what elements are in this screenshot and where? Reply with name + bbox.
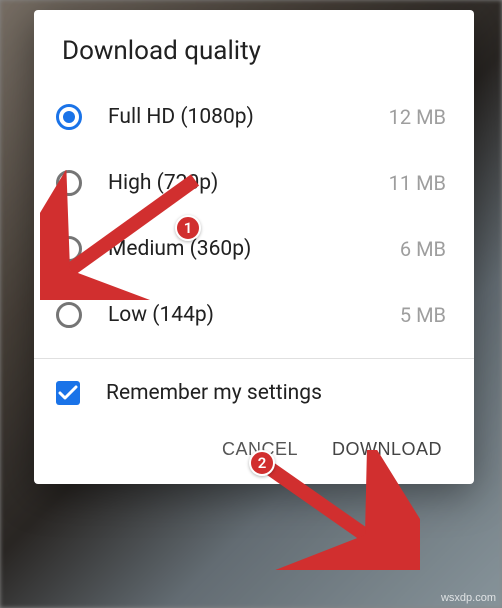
- option-label: Medium (360p): [108, 237, 400, 261]
- option-label: Low (144p): [108, 303, 400, 327]
- option-high[interactable]: High (720p) 11 MB: [56, 150, 446, 216]
- dialog-title: Download quality: [34, 10, 474, 84]
- quality-options-list: Full HD (1080p) 12 MB High (720p) 11 MB …: [34, 84, 474, 348]
- option-medium[interactable]: Medium (360p) 6 MB: [56, 216, 446, 282]
- option-low[interactable]: Low (144p) 5 MB: [56, 282, 446, 348]
- radio-icon[interactable]: [56, 104, 82, 130]
- option-size: 12 MB: [389, 105, 446, 129]
- option-label: Full HD (1080p): [108, 105, 389, 129]
- checkbox-icon[interactable]: [56, 381, 80, 405]
- option-size: 6 MB: [400, 237, 446, 261]
- download-quality-dialog: Download quality Full HD (1080p) 12 MB H…: [34, 10, 474, 484]
- dialog-buttons: CANCEL DOWNLOAD: [34, 421, 474, 484]
- remember-label: Remember my settings: [106, 381, 322, 405]
- cancel-button[interactable]: CANCEL: [222, 439, 298, 460]
- download-button[interactable]: DOWNLOAD: [332, 439, 442, 460]
- radio-icon[interactable]: [56, 170, 82, 196]
- radio-icon[interactable]: [56, 236, 82, 262]
- watermark: wsxdp.com: [441, 592, 496, 604]
- radio-icon[interactable]: [56, 302, 82, 328]
- option-label: High (720p): [108, 171, 389, 195]
- option-full-hd[interactable]: Full HD (1080p) 12 MB: [56, 84, 446, 150]
- option-size: 11 MB: [389, 171, 446, 195]
- option-size: 5 MB: [400, 303, 446, 327]
- remember-settings-row[interactable]: Remember my settings: [34, 359, 474, 421]
